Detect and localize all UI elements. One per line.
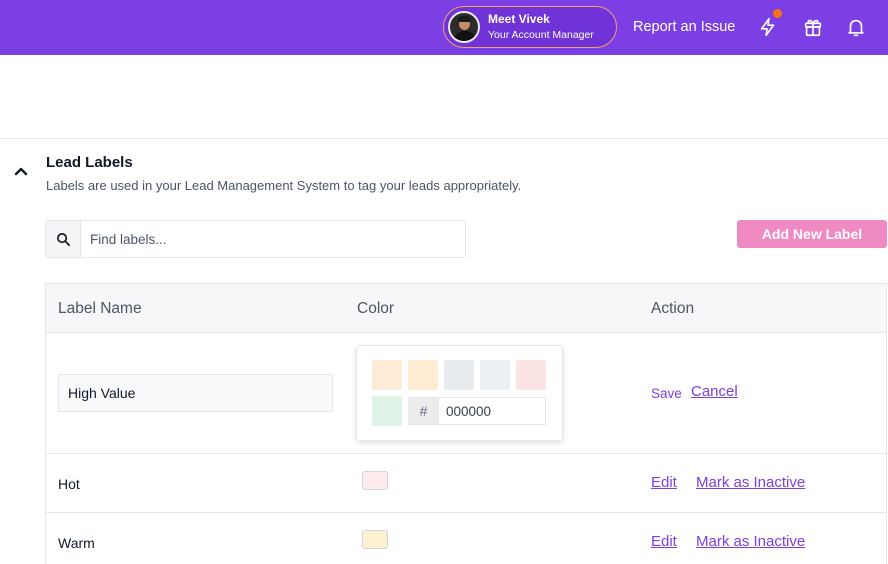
search-icon [57,233,70,246]
label-name-input[interactable] [58,374,333,412]
table-row-editing: # Save Cancel [46,333,886,454]
search-input[interactable] [82,221,465,257]
label-search [45,220,466,258]
report-issue-link[interactable]: Report an Issue [633,19,735,35]
mark-inactive-button[interactable]: Mark as Inactive [696,474,805,491]
chevron-up-icon[interactable] [13,165,29,177]
bolt-icon[interactable] [757,16,779,38]
save-button[interactable]: Save [651,386,682,401]
color-swatch[interactable] [408,360,438,390]
label-color-swatch [362,471,388,490]
color-swatch[interactable] [480,360,510,390]
cancel-button[interactable]: Cancel [691,383,738,400]
section-description: Labels are used in your Lead Management … [46,178,522,193]
bell-icon[interactable] [845,16,867,38]
color-swatch[interactable] [372,396,402,426]
color-picker: # [356,345,563,441]
header-color: Color [357,300,395,317]
color-swatch[interactable] [444,360,474,390]
label-name: Warm [58,535,95,551]
avatar [448,11,480,43]
gift-icon[interactable] [802,16,824,38]
edit-button[interactable]: Edit [651,533,677,550]
table-row: Hot Edit Mark as Inactive [46,454,886,513]
label-color-swatch [362,530,388,549]
notification-dot [772,8,783,19]
color-swatch[interactable] [372,360,402,390]
account-manager-name: Meet Vivek [488,12,550,26]
account-manager-pill[interactable]: Meet Vivek Your Account Manager [443,6,617,48]
color-swatch[interactable] [516,360,546,390]
mark-inactive-button[interactable]: Mark as Inactive [696,533,805,550]
add-new-label-button[interactable]: Add New Label [737,220,887,248]
labels-table: Label Name Color Action # Save Cancel Ho… [45,283,887,564]
label-name: Hot [58,476,80,492]
section-title: Lead Labels [46,154,133,171]
search-icon-box [46,221,81,257]
top-bar: Meet Vivek Your Account Manager Report a… [0,0,888,55]
header-action: Action [651,300,695,317]
section-divider [0,138,888,139]
edit-button[interactable]: Edit [651,474,677,491]
table-row: Warm Edit Mark as Inactive [46,513,886,564]
table-header: Label Name Color Action [46,284,886,333]
hex-color-input[interactable] [439,397,546,425]
account-manager-role: Your Account Manager [488,29,594,41]
hex-prefix: # [408,397,439,425]
header-label-name: Label Name [58,300,142,317]
